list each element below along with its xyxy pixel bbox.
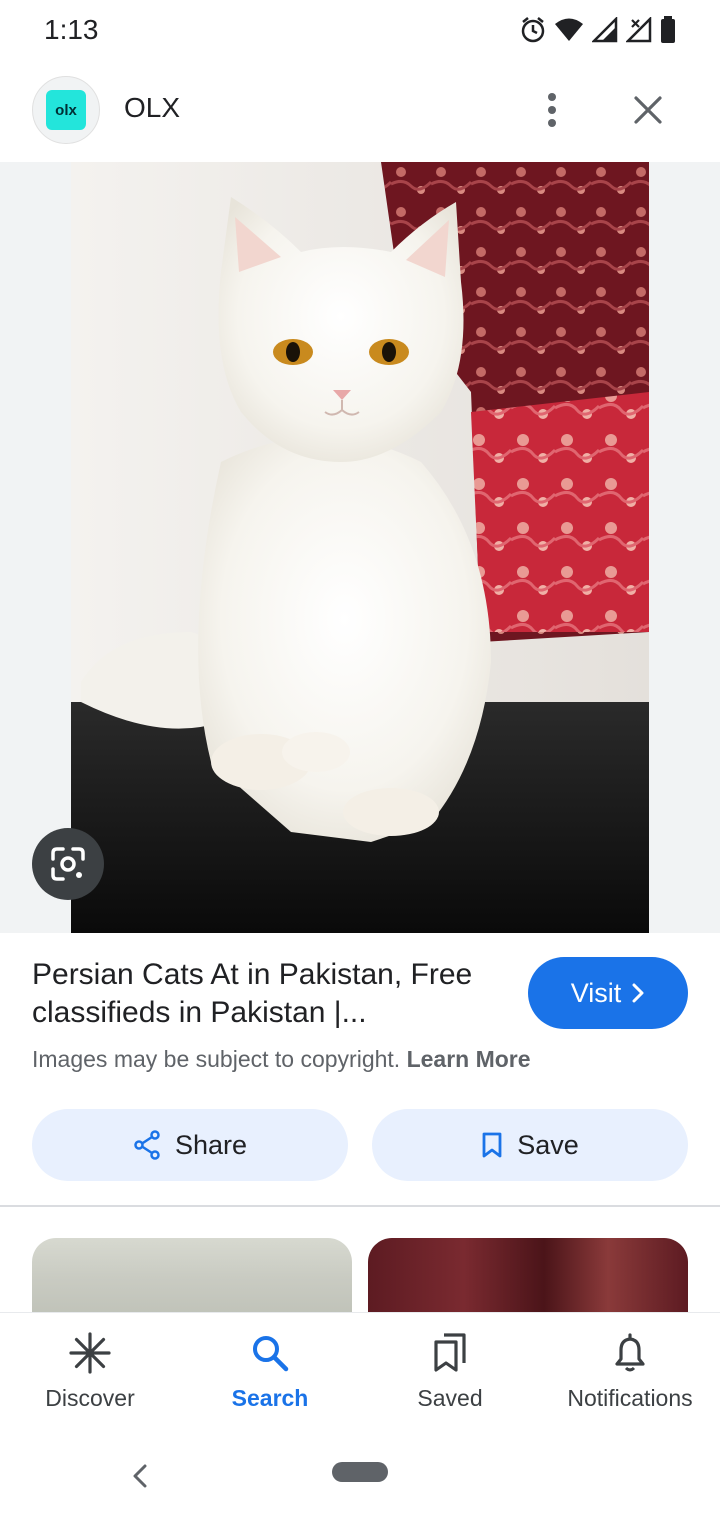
share-icon [134,1130,160,1160]
nav-label-search: Search [231,1385,309,1411]
more-vert-icon [548,93,556,127]
home-pill-handle[interactable] [332,1462,388,1482]
source-header: olx OLX [0,60,720,162]
share-label: Share [174,1129,248,1160]
related-image-thumbnail[interactable] [368,1238,688,1318]
save-label: Save [517,1129,579,1160]
nav-item-discover[interactable]: Discover [0,1313,180,1441]
asterisk-icon [69,1331,111,1375]
related-image-thumbnail[interactable] [32,1238,352,1318]
visit-button[interactable]: Visit [528,957,688,1029]
alarm-icon [520,16,546,44]
search-icon [250,1331,290,1375]
result-image[interactable] [71,162,649,933]
site-favicon[interactable]: olx [32,76,100,144]
image-viewer [0,162,720,933]
nav-item-search[interactable]: Search [180,1313,360,1441]
site-name[interactable]: OLX [124,92,180,124]
nav-item-notifications[interactable]: Notifications [540,1313,720,1441]
bottom-navigation: Discover Search Saved Notifications [0,1312,720,1440]
share-button[interactable]: Share [32,1109,348,1181]
learn-more-link[interactable]: Learn More [407,1046,531,1072]
olx-logo-text: olx [55,101,77,119]
status-icons [520,14,676,46]
lens-icon [51,847,85,881]
more-options-button[interactable] [528,84,576,136]
nav-item-saved[interactable]: Saved [360,1313,540,1441]
back-icon[interactable] [124,1456,156,1496]
close-button[interactable] [624,84,672,136]
result-title[interactable]: Persian Cats At in Pakistan, Free classi… [32,956,502,1032]
no-signal-icon [626,17,652,43]
battery-icon [660,16,676,44]
copyright-text: Images may be subject to copyright. [32,1046,401,1072]
chevron-right-icon [632,983,644,1003]
nav-label-saved: Saved [417,1385,483,1411]
close-icon [634,96,662,124]
google-lens-button[interactable] [32,828,104,900]
signal-icon [592,17,618,43]
save-button[interactable]: Save [372,1109,688,1181]
nav-label-discover: Discover [45,1385,135,1411]
nav-label-notifications: Notifications [567,1385,693,1411]
wifi-icon [554,17,584,43]
status-bar: 1:13 [0,0,720,60]
bookmark-icon [482,1132,502,1158]
bookmarks-icon [432,1331,468,1375]
bell-icon [612,1331,648,1375]
visit-label: Visit [570,977,622,1008]
copyright-notice: Images may be subject to copyright. Lear… [32,1046,531,1073]
section-divider [0,1205,720,1207]
olx-logo: olx [46,90,86,130]
status-time: 1:13 [44,14,99,45]
